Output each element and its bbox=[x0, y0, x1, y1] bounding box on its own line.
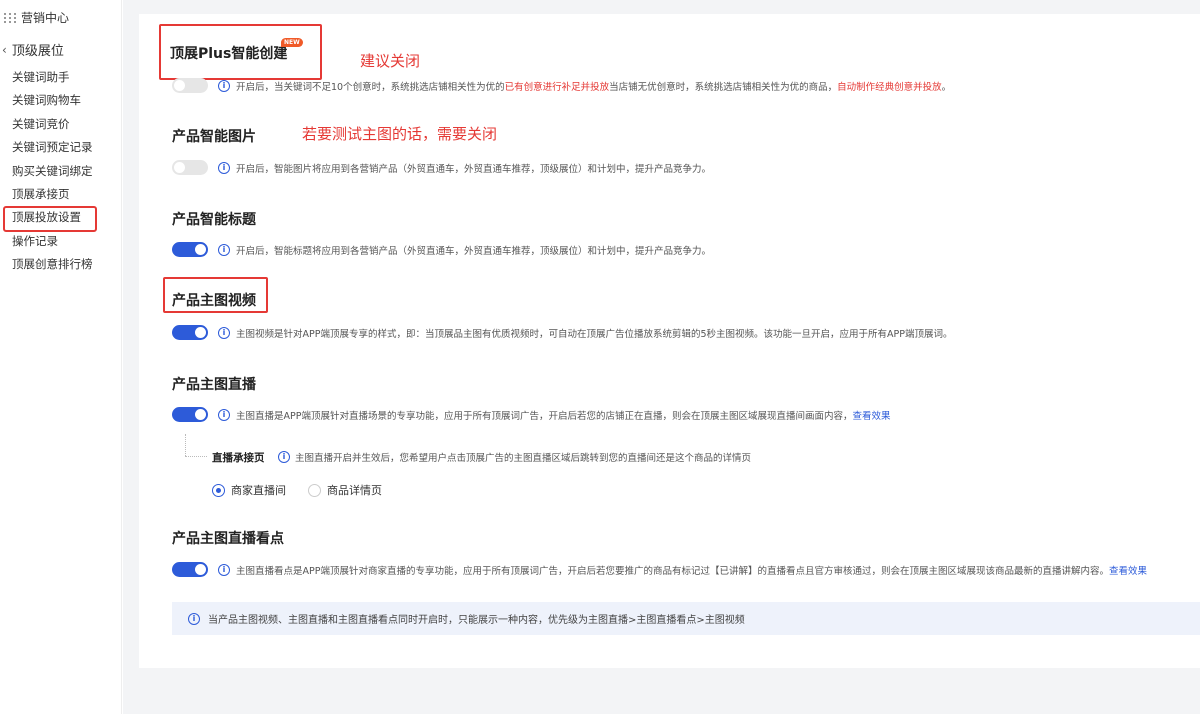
video-desc: 主图视频是针对APP端顶展专享的样式，即：当顶展品主图有优质视频时，可自动在顶展… bbox=[236, 328, 953, 340]
plus-desc-2: 当店铺无优创意时，系统挑选店铺相关性为优的商品， bbox=[609, 81, 838, 93]
sidebar-item-keyword-binding[interactable]: 购买关键词绑定 bbox=[0, 160, 122, 183]
row-highlight: i 主图直播看点是APP端顶展针对商家直播的专享功能，应用于所有顶展词广告，开启… bbox=[172, 562, 1147, 577]
sidebar-item-keyword-reservations[interactable]: 关键词预定记录 bbox=[0, 136, 122, 159]
radio-label: 商品详情页 bbox=[327, 484, 382, 497]
section-title-image: 产品智能图片 bbox=[172, 129, 256, 145]
row-image: i 开启后，智能图片将应用到各营销产品（外贸直通车，外贸直通车推荐，顶级展位）和… bbox=[172, 160, 711, 175]
live-landing-radio-group: 商家直播间 商品详情页 bbox=[212, 482, 404, 498]
sidebar-parent-label: 顶级展位 bbox=[11, 44, 64, 59]
plus-desc-red-2: 自动制作经典创意并投放 bbox=[837, 81, 942, 93]
app-grid-icon bbox=[4, 12, 17, 23]
sidebar-item-keyword-cart[interactable]: 关键词购物车 bbox=[0, 89, 122, 112]
live-view-effect-link[interactable]: 查看效果 bbox=[852, 411, 890, 422]
brand-label: 营销中心 bbox=[21, 11, 70, 25]
live-landing-label: 直播承接页 bbox=[212, 452, 265, 464]
radio-button[interactable] bbox=[308, 483, 321, 497]
sidebar-item-landing-page[interactable]: 顶展承接页 bbox=[0, 183, 122, 206]
plus-desc-3: 。 bbox=[941, 81, 952, 93]
notice-text: 当产品主图视频、主图直播和主图直播看点同时开启时，只能展示一种内容，优先级为主图… bbox=[208, 615, 745, 626]
highlight-view-effect-link[interactable]: 查看效果 bbox=[1109, 566, 1147, 577]
section-title-video: 产品主图视频 bbox=[172, 293, 256, 309]
smart-title-desc: 开启后，智能标题将应用到各营销产品（外贸直通车，外贸直通车推荐，顶级展位）和计划… bbox=[236, 245, 712, 257]
tree-connector-vertical bbox=[185, 434, 186, 456]
toggle-live[interactable] bbox=[172, 407, 208, 422]
row-smart-title: i 开启后，智能标题将应用到各营销产品（外贸直通车，外贸直通车推荐，顶级展位）和… bbox=[172, 242, 711, 257]
section-title-smart-title: 产品智能标题 bbox=[172, 212, 256, 228]
info-icon: i bbox=[278, 451, 290, 463]
plus-desc-1: 开启后，当关键词不足10个创意时，系统挑选店铺相关性为优的 bbox=[236, 81, 505, 93]
radio-option-product-detail[interactable]: 商品详情页 bbox=[308, 482, 382, 498]
radio-button[interactable] bbox=[212, 483, 225, 497]
info-icon: i bbox=[218, 243, 230, 256]
toggle-highlight[interactable] bbox=[172, 562, 208, 577]
sidebar-item-delivery-settings[interactable]: 顶展投放设置 bbox=[0, 206, 122, 233]
live-landing-desc-row: i 主图直播开启并生效后，您希望用户点击顶展广告的主图直播区域后跳转到您的直播间… bbox=[278, 450, 751, 464]
info-icon: i bbox=[218, 161, 230, 174]
sidebar-item-creative-ranking[interactable]: 顶展创意排行榜 bbox=[0, 253, 122, 276]
row-live: i 主图直播是APP端顶展针对直播场景的专享功能，应用于所有顶展词广告，开启后若… bbox=[172, 407, 890, 422]
chevron-left-icon: ‹ bbox=[2, 42, 7, 57]
sidebar-item-keyword-assistant[interactable]: 关键词助手 bbox=[0, 66, 122, 89]
row-plus: i 开启后，当关键词不足10个创意时，系统挑选店铺相关性为优的已有创意进行补足并… bbox=[172, 78, 951, 93]
radio-label: 商家直播间 bbox=[231, 484, 286, 497]
toggle-video[interactable] bbox=[172, 325, 208, 340]
info-icon: i bbox=[218, 408, 230, 421]
toggle-image[interactable] bbox=[172, 160, 208, 175]
highlight-box-plus bbox=[159, 24, 322, 80]
page-root: 营销中心 ‹ 顶级展位 关键词助手 关键词购物车 关键词竞价 关键词预定记录 购… bbox=[0, 0, 1200, 714]
plus-desc-red-1: 已有创意进行补足并投放 bbox=[504, 81, 610, 93]
annotation-plus: 建议关闭 bbox=[360, 52, 421, 70]
toggle-smart-title[interactable] bbox=[172, 242, 208, 257]
sidebar: 营销中心 ‹ 顶级展位 关键词助手 关键词购物车 关键词竞价 关键词预定记录 购… bbox=[0, 0, 122, 714]
live-desc: 主图直播是APP端顶展针对直播场景的专享功能，应用于所有顶展词广告，开启后若您的… bbox=[236, 410, 853, 422]
sidebar-item-operation-log[interactable]: 操作记录 bbox=[0, 230, 122, 253]
section-title-live: 产品主图直播 bbox=[172, 377, 256, 393]
annotation-image: 若要测试主图的话，需要关闭 bbox=[302, 125, 498, 143]
sidebar-parent-item[interactable]: ‹ 顶级展位 bbox=[2, 40, 64, 60]
section-title-highlight: 产品主图直播看点 bbox=[172, 531, 284, 547]
sidebar-brand[interactable]: 营销中心 bbox=[4, 9, 69, 26]
sidebar-item-keyword-bidding[interactable]: 关键词竞价 bbox=[0, 113, 122, 136]
info-icon: i bbox=[218, 326, 230, 339]
live-landing-desc: 主图直播开启并生效后，您希望用户点击顶展广告的主图直播区域后跳转到您的直播间还是… bbox=[295, 453, 752, 464]
sidebar-nav: 关键词助手 关键词购物车 关键词竞价 关键词预定记录 购买关键词绑定 顶展承接页… bbox=[0, 66, 122, 277]
info-icon: i bbox=[218, 79, 230, 92]
toggle-plus[interactable] bbox=[172, 78, 208, 93]
image-desc: 开启后，智能图片将应用到各营销产品（外贸直通车，外贸直通车推荐，顶级展位）和计划… bbox=[236, 163, 712, 175]
radio-option-merchant-live[interactable]: 商家直播间 bbox=[212, 482, 286, 498]
row-video: i 主图视频是针对APP端顶展专享的样式，即：当顶展品主图有优质视频时，可自动在… bbox=[172, 325, 952, 340]
tree-connector-horizontal bbox=[185, 456, 207, 457]
info-icon: i bbox=[218, 563, 230, 576]
highlight-desc: 主图直播看点是APP端顶展针对商家直播的专享功能，应用于所有顶展词广告，开启后若… bbox=[236, 565, 1109, 577]
priority-notice: i 当产品主图视频、主图直播和主图直播看点同时开启时，只能展示一种内容，优先级为… bbox=[172, 602, 1200, 635]
info-icon: i bbox=[188, 612, 200, 625]
